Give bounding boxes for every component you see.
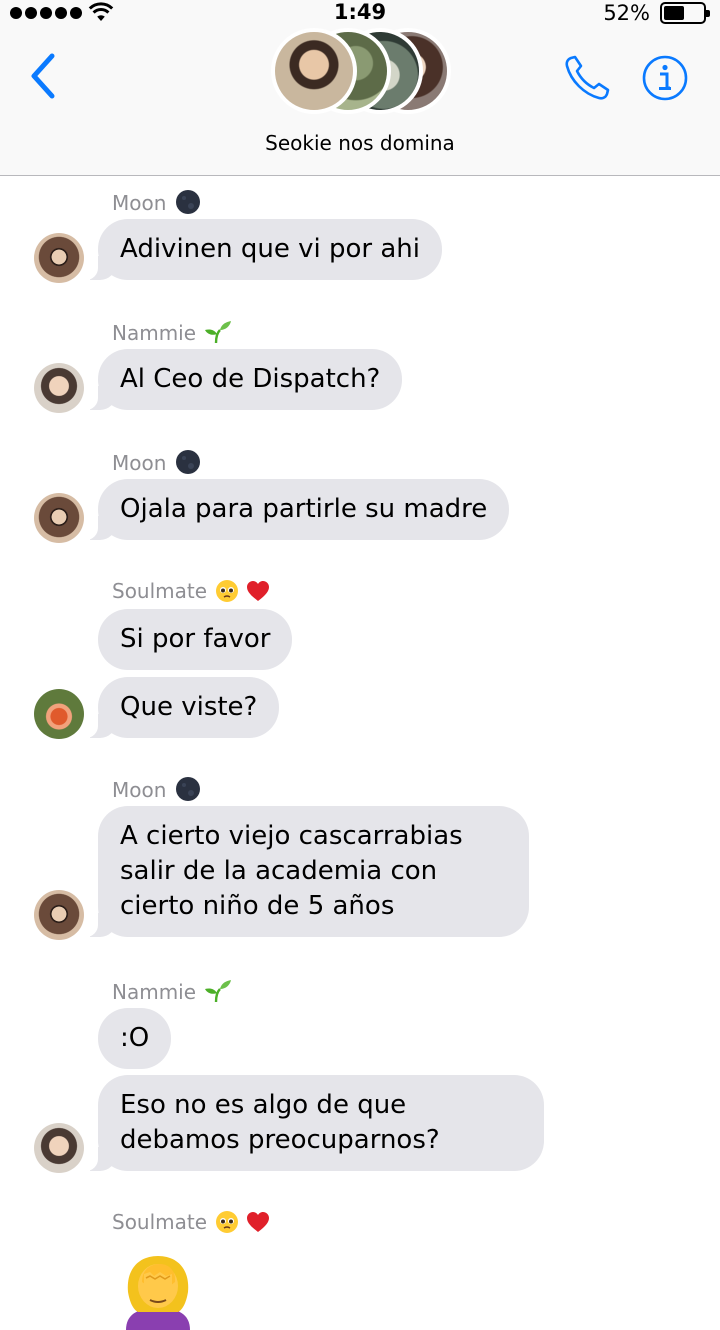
- message-bubble[interactable]: Que viste?: [83, 677, 280, 738]
- message-bubble[interactable]: :O: [98, 1008, 172, 1069]
- sender-name: Soulmate: [112, 579, 270, 603]
- avatar[interactable]: [34, 233, 84, 283]
- seedling-icon: [205, 980, 232, 1003]
- seedling-icon: [205, 321, 232, 344]
- sender-name: Moon: [112, 776, 201, 802]
- pleading-face-icon: [216, 580, 239, 602]
- avatar[interactable]: [34, 363, 84, 413]
- phone-icon[interactable]: [562, 53, 612, 103]
- battery-percent: 52%: [603, 1, 650, 25]
- battery-fill: [664, 6, 684, 20]
- message-bubble[interactable]: Ojala para partirle su madre: [83, 479, 510, 540]
- message-bubble[interactable]: Eso no es algo de que debamos preocuparn…: [84, 1075, 544, 1171]
- sender-name: Nammie: [112, 319, 232, 345]
- new-moon-icon: [175, 190, 200, 214]
- info-icon[interactable]: [640, 53, 690, 103]
- message-bubble[interactable]: A cierto viejo cascarrabias salir de la …: [84, 806, 529, 937]
- sender-name: Moon: [112, 189, 201, 215]
- battery-icon: [660, 2, 710, 24]
- message-bubble[interactable]: Si por favor: [98, 609, 293, 670]
- message-bubble[interactable]: Adivinen que vi por ahi: [83, 219, 443, 280]
- avatar[interactable]: [34, 890, 84, 940]
- red-heart-icon: [246, 581, 269, 601]
- new-moon-icon: [175, 777, 200, 801]
- red-heart-icon: [246, 1212, 269, 1232]
- message-list[interactable]: Moon Adivinen que vi por ahi Nammie Al C…: [0, 177, 720, 1330]
- message-bubble[interactable]: Al Ceo de Dispatch?: [83, 349, 403, 410]
- sender-name: Nammie: [112, 978, 232, 1004]
- avatar[interactable]: [34, 689, 84, 739]
- avatar[interactable]: [34, 493, 84, 543]
- new-moon-icon: [175, 450, 200, 474]
- group-name[interactable]: Seokie nos domina: [0, 131, 720, 155]
- woman-facepalming-icon[interactable]: [120, 1252, 196, 1330]
- sender-name: Moon: [112, 449, 201, 475]
- group-avatar-stack[interactable]: [271, 28, 451, 118]
- avatar[interactable]: [34, 1123, 84, 1173]
- group-member-avatar: [271, 28, 357, 114]
- sender-name: Soulmate: [112, 1210, 270, 1234]
- status-bar: 1:49 52%: [0, 0, 720, 26]
- chevron-left-icon[interactable]: [24, 50, 64, 102]
- pleading-face-icon: [216, 1211, 239, 1233]
- conversation-header: Seokie nos domina: [0, 0, 720, 176]
